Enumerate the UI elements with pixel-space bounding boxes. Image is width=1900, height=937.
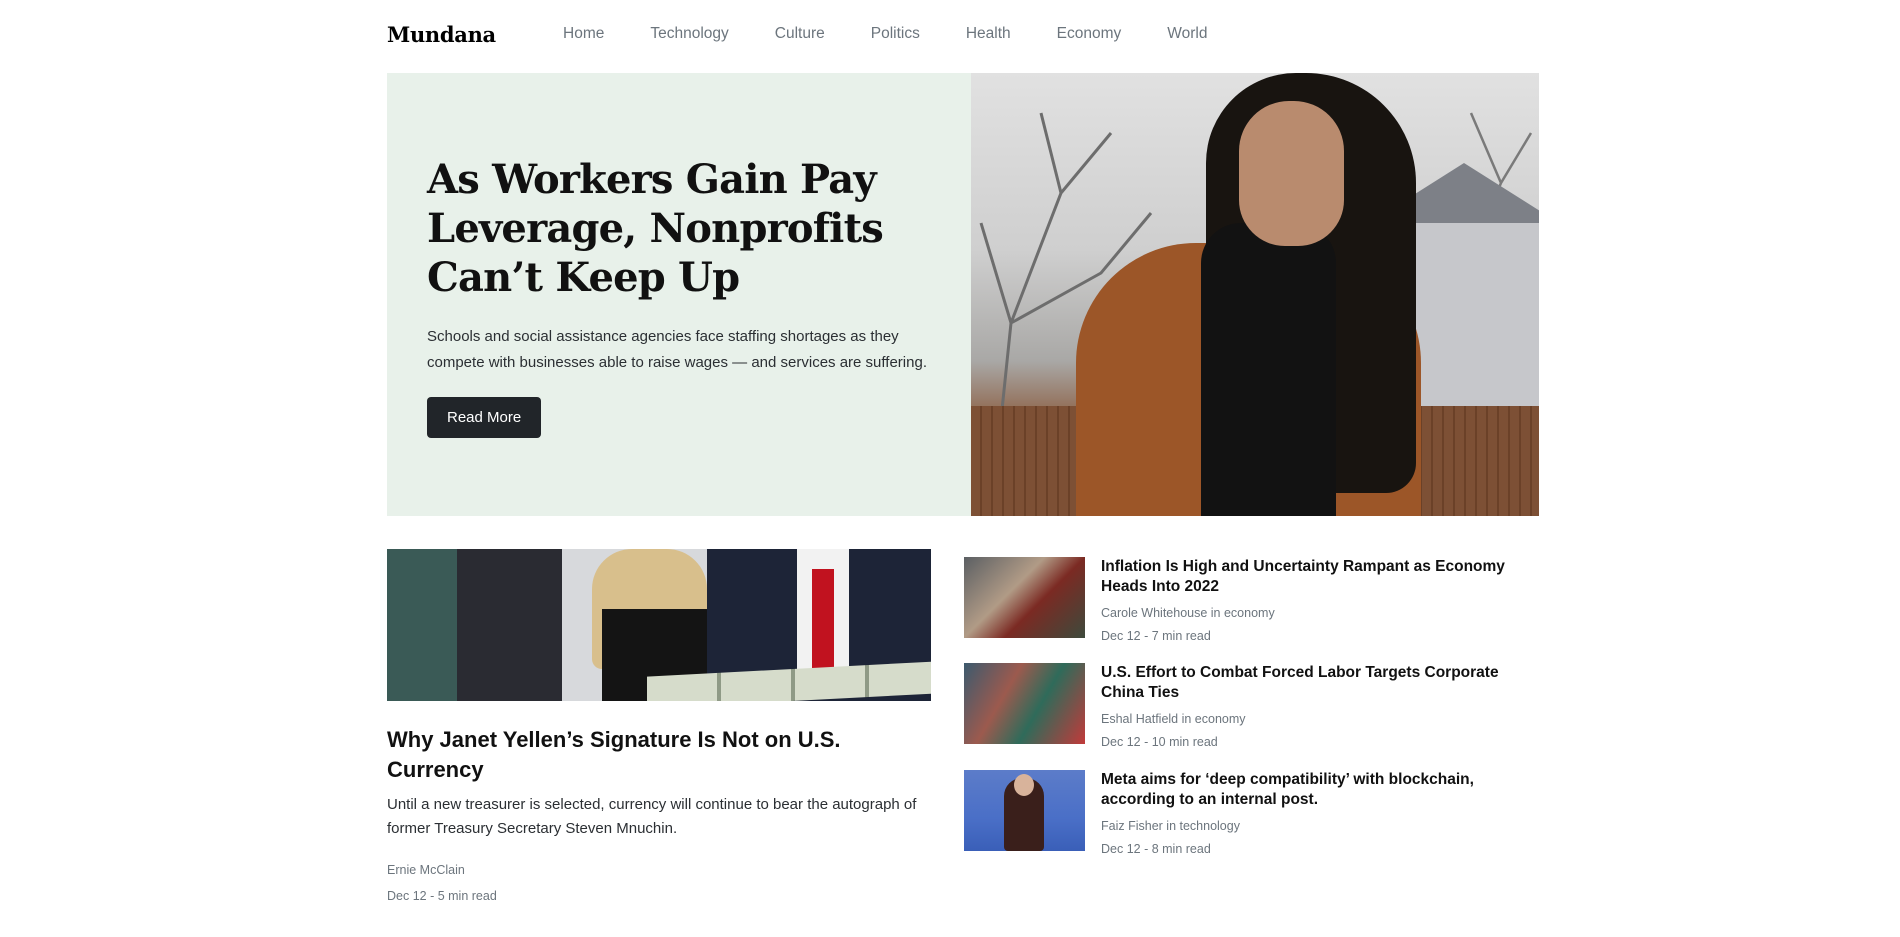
side-article-title[interactable]: Meta aims for ‘deep compatibility’ with … [1101, 770, 1544, 810]
side-article-byline: Carole Whitehouse in economy [1101, 606, 1275, 620]
nav-world[interactable]: World [1167, 25, 1207, 43]
side-article-thumbnail[interactable] [964, 557, 1085, 638]
person-shirt-graphic [1201, 223, 1336, 516]
hero-section: As Workers Gain Pay Leverage, Nonprofits… [387, 73, 1539, 516]
side-article-meta: Dec 12 - 10 min read [1101, 735, 1218, 749]
machine-graphic [387, 549, 467, 701]
side-article-title[interactable]: U.S. Effort to Combat Forced Labor Targe… [1101, 663, 1544, 703]
nav-health[interactable]: Health [966, 25, 1011, 43]
main-nav: Home Technology Culture Politics Health … [563, 25, 1254, 43]
hero-image[interactable] [971, 73, 1539, 516]
featured-article-title[interactable]: Why Janet Yellen’s Signature Is Not on U… [387, 725, 931, 785]
side-article: Inflation Is High and Uncertainty Rampan… [964, 557, 1544, 647]
featured-article-image[interactable] [387, 549, 931, 701]
featured-article-meta: Dec 12 - 5 min read [387, 889, 497, 903]
side-article-title[interactable]: Inflation Is High and Uncertainty Rampan… [1101, 557, 1544, 597]
side-article-meta: Dec 12 - 8 min read [1101, 842, 1211, 856]
nav-culture[interactable]: Culture [775, 25, 825, 43]
side-article-meta: Dec 12 - 7 min read [1101, 629, 1211, 643]
nav-economy[interactable]: Economy [1057, 25, 1122, 43]
suit-left-graphic [457, 549, 562, 701]
side-article-byline: Eshal Hatfield in economy [1101, 712, 1246, 726]
featured-article-lead: Until a new treasurer is selected, curre… [387, 796, 917, 837]
side-article-thumbnail[interactable] [964, 663, 1085, 744]
hero-lead: Schools and social assistance agencies f… [427, 328, 927, 371]
side-article-thumbnail[interactable] [964, 770, 1085, 851]
nav-politics[interactable]: Politics [871, 25, 920, 43]
read-more-button[interactable]: Read More [427, 397, 542, 438]
side-article: Meta aims for ‘deep compatibility’ with … [964, 770, 1544, 860]
nav-technology[interactable]: Technology [650, 25, 728, 43]
person-face-graphic [1239, 101, 1344, 246]
tie-graphic [812, 569, 834, 674]
side-article-byline: Faiz Fisher in technology [1101, 819, 1240, 833]
speaker-head-graphic [1014, 774, 1034, 796]
page: Mundana Home Technology Culture Politics… [0, 0, 1900, 937]
side-article: U.S. Effort to Combat Forced Labor Targe… [964, 663, 1544, 753]
hero-text-panel: As Workers Gain Pay Leverage, Nonprofits… [387, 73, 971, 516]
nav-home[interactable]: Home [563, 25, 604, 43]
featured-article-author[interactable]: Ernie McClain [387, 863, 465, 877]
site-logo[interactable]: Mundana [387, 22, 496, 47]
hero-title[interactable]: As Workers Gain Pay Leverage, Nonprofits… [427, 155, 931, 302]
